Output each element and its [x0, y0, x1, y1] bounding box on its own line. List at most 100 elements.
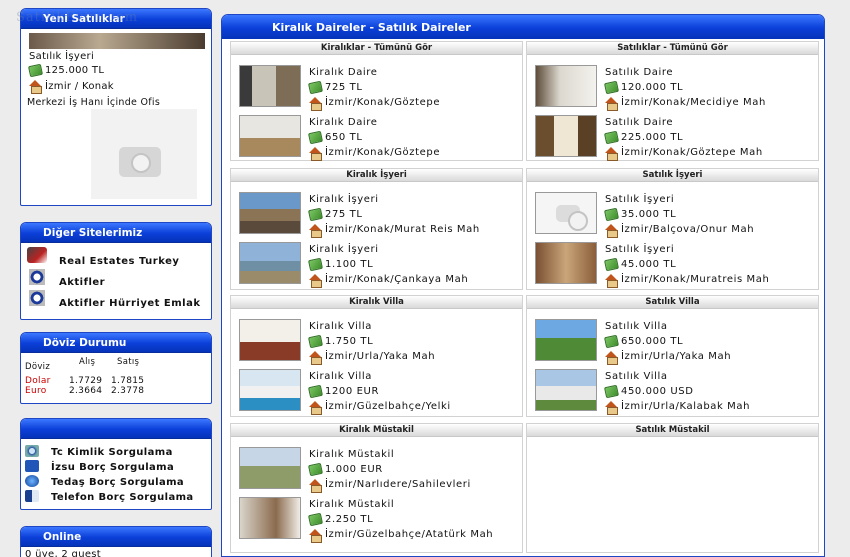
- listing-title[interactable]: Satılık Daire: [605, 65, 766, 80]
- listing-location: İzmir/Güzelbahçe/Atatürk Mah: [325, 529, 494, 540]
- listing-item[interactable]: Satılık Daire 120.000 TL İzmir/Konak/Mecid…: [535, 65, 815, 111]
- listing-thumbnail[interactable]: [535, 242, 597, 284]
- listing-price: 35.000 TL: [621, 209, 677, 220]
- listing-location-row: İzmir/Balçova/Onur Mah: [605, 222, 754, 238]
- listing-thumbnail[interactable]: [535, 192, 597, 234]
- listing-title[interactable]: Satılık İşyeri: [605, 242, 769, 257]
- new-listing-type[interactable]: Satılık İşyeri: [29, 51, 94, 62]
- listing-item[interactable]: Kiralık İşyeri 1.100 TL İzmir/Konak/Çankay…: [239, 242, 519, 288]
- currency-header: Döviz Durumu: [21, 333, 211, 353]
- listing-item[interactable]: Kiralık Müstakil 1.000 EUR İzmir/Narlıdere…: [239, 447, 519, 493]
- listing-section-title[interactable]: Satılık Müstakil: [527, 424, 818, 437]
- listing-title[interactable]: Kiralık İşyeri: [309, 192, 480, 207]
- listing-section-title[interactable]: Satılık İşyeri: [527, 169, 818, 182]
- listing-item[interactable]: Kiralık Müstakil 2.250 TL İzmir/Güzelbahçe…: [239, 497, 519, 543]
- listing-title[interactable]: Satılık Daire: [605, 115, 763, 130]
- listing-item[interactable]: Satılık Villa 650.000 TL İzmir/Urla/Yaka M…: [535, 319, 815, 365]
- listing-title[interactable]: Kiralık İşyeri: [309, 242, 468, 257]
- listing-item[interactable]: Satılık İşyeri 45.000 TL İzmir/Konak/Murat…: [535, 242, 815, 288]
- aktifler-logo-icon: [29, 269, 45, 285]
- listing-location-row: İzmir/Güzelbahçe/Yelki: [309, 399, 451, 415]
- telefon-link[interactable]: Telefon Borç Sorgulama: [51, 492, 194, 503]
- listing-thumbnail[interactable]: [239, 65, 301, 107]
- listing-item[interactable]: Kiralık İşyeri 275 TL İzmir/Konak/Murat Re…: [239, 192, 519, 238]
- listing-thumbnail[interactable]: [239, 242, 301, 284]
- other-site-link-3[interactable]: Aktifler Hürriyet Emlak: [59, 298, 201, 309]
- listing-title[interactable]: Kiralık Müstakil: [309, 497, 493, 512]
- listing-item[interactable]: Kiralık Villa 1200 EUR İzmir/Güzelbahçe/Ye…: [239, 369, 519, 415]
- listing-text: Satılık İşyeri 35.000 TL İzmir/Balçova/Onu…: [603, 192, 754, 238]
- listing-location-row: İzmir/Konak/Göztepe: [309, 145, 440, 161]
- listing-thumbnail[interactable]: [239, 447, 301, 489]
- camera-icon: [119, 147, 161, 177]
- listing-thumbnail[interactable]: [535, 65, 597, 107]
- listing-price: 650.000 TL: [621, 336, 684, 347]
- listing-section-title[interactable]: Satılık Villa: [527, 296, 818, 309]
- listing-location-row: İzmir/Konak/Mecidiye Mah: [605, 95, 766, 111]
- listing-text: Satılık Daire 120.000 TL İzmir/Konak/Mecid…: [603, 65, 766, 111]
- listing-thumbnail[interactable]: [239, 369, 301, 411]
- listing-thumbnail[interactable]: [535, 319, 597, 361]
- currency-col-sell: Satış: [117, 357, 140, 367]
- listing-section-title[interactable]: Kiralık Müstakil: [231, 424, 522, 437]
- currency-sell-euro: 2.3778: [111, 386, 145, 396]
- listing-location: İzmir/Urla/Yaka Mah: [325, 351, 436, 362]
- listing-item[interactable]: Kiralık Daire 725 TL İzmir/Konak/Göztepe: [239, 65, 519, 111]
- online-header: Online: [21, 527, 211, 547]
- listing-title[interactable]: Satılık İşyeri: [605, 192, 754, 207]
- listing-title[interactable]: Kiralık Daire: [309, 65, 440, 80]
- listing-title[interactable]: Kiralık Villa: [309, 319, 435, 334]
- listing-price-row: 650 TL: [307, 130, 440, 145]
- money-icon: [603, 130, 620, 145]
- house-icon: [309, 400, 322, 415]
- new-listing-location: İzmir / Konak: [45, 80, 114, 92]
- queries-box: Tc Kimlik Sorgulama İzsu Borç Sorgulama …: [20, 418, 212, 510]
- listing-photo-placeholder[interactable]: [91, 109, 197, 199]
- tc-kimlik-link[interactable]: Tc Kimlik Sorgulama: [51, 447, 173, 458]
- listing-price: 1.100 TL: [325, 259, 374, 270]
- listing-item[interactable]: Satılık Villa 450.000 USD İzmir/Urla/Kalab…: [535, 369, 815, 415]
- listing-title[interactable]: Kiralık Müstakil: [309, 447, 471, 462]
- listing-section-title[interactable]: Satılıklar - Tümünü Gör: [527, 42, 818, 55]
- listing-location-row: İzmir/Urla/Kalabak Mah: [605, 399, 750, 415]
- listing-location-row: İzmir/Narlıdere/Sahilevleri: [309, 477, 471, 493]
- listing-title[interactable]: Satılık Villa: [605, 319, 731, 334]
- new-listing-price: 125.000 TL: [45, 65, 105, 76]
- izsu-link[interactable]: İzsu Borç Sorgulama: [51, 462, 174, 473]
- listing-title[interactable]: Kiralık Daire: [309, 115, 440, 130]
- listing-thumbnail[interactable]: [239, 115, 301, 157]
- listing-price: 650 TL: [325, 132, 363, 143]
- listing-location: İzmir/Konak/Göztepe Mah: [621, 147, 763, 158]
- other-site-link-2[interactable]: Aktifler: [59, 277, 105, 288]
- house-icon: [309, 528, 322, 543]
- listing-thumbnail[interactable]: [239, 192, 301, 234]
- listing-section-title[interactable]: Kiralık İşyeri: [231, 169, 522, 182]
- listing-thumbnail[interactable]: [535, 369, 597, 411]
- other-site-link-1[interactable]: Real Estates Turkey: [59, 256, 179, 267]
- listing-item[interactable]: Satılık İşyeri 35.000 TL İzmir/Balçova/Onu…: [535, 192, 815, 238]
- listing-title[interactable]: Kiralık Villa: [309, 369, 451, 384]
- money-icon: [307, 512, 324, 527]
- listing-thumbnail[interactable]: [535, 115, 597, 157]
- listing-location: İzmir/Urla/Yaka Mah: [621, 351, 732, 362]
- listing-price-row: 2.250 TL: [307, 512, 493, 527]
- tedas-link[interactable]: Tedaş Borç Sorgulama: [51, 477, 184, 488]
- listing-item[interactable]: Satılık Daire 225.000 TL İzmir/Konak/Gözte…: [535, 115, 815, 161]
- listing-banner-image[interactable]: [29, 33, 205, 49]
- money-icon: [27, 63, 44, 78]
- listing-thumbnail[interactable]: [239, 319, 301, 361]
- listing-section-title[interactable]: Kiralık Villa: [231, 296, 522, 309]
- listing-text: Satılık Villa 450.000 USD İzmir/Urla/Kalab…: [603, 369, 750, 415]
- currency-name-dolar: Dolar: [25, 376, 51, 386]
- new-listing-description[interactable]: Merkezi İş Hanı İçinde Ofis: [27, 97, 160, 108]
- listing-item[interactable]: Kiralık Villa 1.750 TL İzmir/Urla/Yaka Mah: [239, 319, 519, 365]
- listing-item[interactable]: Kiralık Daire 650 TL İzmir/Konak/Göztepe: [239, 115, 519, 161]
- money-icon: [307, 384, 324, 399]
- listing-thumbnail[interactable]: [239, 497, 301, 539]
- camera-icon: [556, 205, 588, 231]
- currency-col-buy: Alış: [79, 357, 96, 367]
- new-listing-price-row: 125.000 TL: [27, 63, 105, 78]
- listing-section-title[interactable]: Kiralıklar - Tümünü Gör: [231, 42, 522, 55]
- listing-title[interactable]: Satılık Villa: [605, 369, 750, 384]
- house-icon: [309, 273, 322, 288]
